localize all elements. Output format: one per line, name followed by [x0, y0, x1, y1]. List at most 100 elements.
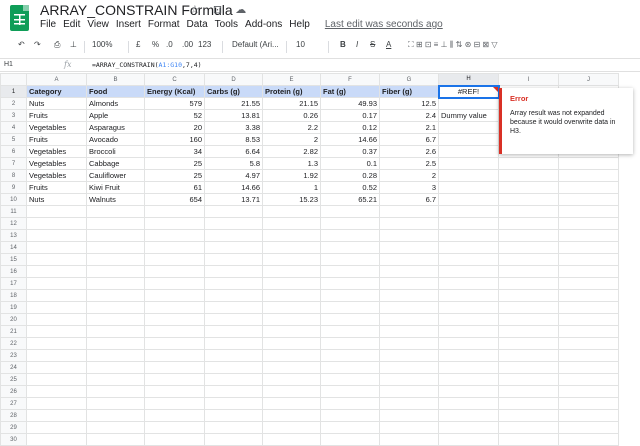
- cell-a14[interactable]: [26, 241, 87, 254]
- cell-h2[interactable]: [438, 97, 499, 110]
- cell-e4[interactable]: 2.2: [262, 121, 321, 134]
- cell-d28[interactable]: [204, 409, 263, 422]
- row-header[interactable]: 28: [0, 409, 27, 422]
- cell-a22[interactable]: [26, 337, 87, 350]
- row-header[interactable]: 2: [0, 97, 27, 110]
- row-header[interactable]: 12: [0, 217, 27, 230]
- cell-b29[interactable]: [86, 421, 145, 434]
- cell-h4[interactable]: [438, 121, 499, 134]
- cell-i16[interactable]: [498, 265, 559, 278]
- cell-e10[interactable]: 15.23: [262, 193, 321, 206]
- cell-j14[interactable]: [558, 241, 619, 254]
- cell-g20[interactable]: [379, 313, 439, 326]
- cell-j17[interactable]: [558, 277, 619, 290]
- cell-b5[interactable]: Avocado: [86, 133, 145, 146]
- cell-c8[interactable]: 25: [144, 169, 205, 182]
- cell-d2[interactable]: 21.55: [204, 97, 263, 110]
- cell-i29[interactable]: [498, 421, 559, 434]
- cell-h15[interactable]: [438, 253, 499, 266]
- row-header[interactable]: 23: [0, 349, 27, 362]
- cell-i11[interactable]: [498, 205, 559, 218]
- row-header[interactable]: 14: [0, 241, 27, 254]
- cell-d4[interactable]: 3.38: [204, 121, 263, 134]
- sheets-logo-icon[interactable]: [10, 5, 29, 31]
- cell-f5[interactable]: 14.66: [320, 133, 380, 146]
- cell-d14[interactable]: [204, 241, 263, 254]
- cell-i26[interactable]: [498, 385, 559, 398]
- cell-h24[interactable]: [438, 361, 499, 374]
- cell-i21[interactable]: [498, 325, 559, 338]
- strikethrough-button[interactable]: S: [370, 40, 375, 49]
- cell-f7[interactable]: 0.1: [320, 157, 380, 170]
- cell-c11[interactable]: [144, 205, 205, 218]
- row-header[interactable]: 6: [0, 145, 27, 158]
- row-header[interactable]: 11: [0, 205, 27, 218]
- cell-f21[interactable]: [320, 325, 380, 338]
- italic-button[interactable]: I: [356, 40, 358, 49]
- cell-a25[interactable]: [26, 373, 87, 386]
- cell-b20[interactable]: [86, 313, 145, 326]
- cell-e16[interactable]: [262, 265, 321, 278]
- row-header[interactable]: 20: [0, 313, 27, 326]
- cell-j11[interactable]: [558, 205, 619, 218]
- menu-item-insert[interactable]: Insert: [116, 19, 141, 30]
- column-header-h[interactable]: H: [438, 73, 499, 86]
- cell-h20[interactable]: [438, 313, 499, 326]
- cell-b15[interactable]: [86, 253, 145, 266]
- column-header-j[interactable]: J: [558, 73, 619, 86]
- cell-e21[interactable]: [262, 325, 321, 338]
- cell-f18[interactable]: [320, 289, 380, 302]
- print-icon[interactable]: ⎙: [54, 40, 60, 50]
- cell-a1[interactable]: Category: [26, 85, 87, 98]
- cell-i9[interactable]: [498, 181, 559, 194]
- cell-j13[interactable]: [558, 229, 619, 242]
- cell-d13[interactable]: [204, 229, 263, 242]
- row-header[interactable]: 27: [0, 397, 27, 410]
- cell-f9[interactable]: 0.52: [320, 181, 380, 194]
- cell-b7[interactable]: Cabbage: [86, 157, 145, 170]
- cell-f16[interactable]: [320, 265, 380, 278]
- cell-f22[interactable]: [320, 337, 380, 350]
- cell-a17[interactable]: [26, 277, 87, 290]
- cell-f27[interactable]: [320, 397, 380, 410]
- cell-d29[interactable]: [204, 421, 263, 434]
- cell-a27[interactable]: [26, 397, 87, 410]
- cell-h14[interactable]: [438, 241, 499, 254]
- name-box[interactable]: H1: [4, 61, 13, 68]
- cell-e3[interactable]: 0.26: [262, 109, 321, 122]
- column-header-d[interactable]: D: [204, 73, 263, 86]
- cell-b18[interactable]: [86, 289, 145, 302]
- cell-g11[interactable]: [379, 205, 439, 218]
- cell-b27[interactable]: [86, 397, 145, 410]
- cell-h18[interactable]: [438, 289, 499, 302]
- cell-i28[interactable]: [498, 409, 559, 422]
- cell-a21[interactable]: [26, 325, 87, 338]
- cell-a19[interactable]: [26, 301, 87, 314]
- cell-h23[interactable]: [438, 349, 499, 362]
- cell-g26[interactable]: [379, 385, 439, 398]
- menu-item-help[interactable]: Help: [289, 19, 310, 30]
- cell-f8[interactable]: 0.28: [320, 169, 380, 182]
- cell-e26[interactable]: [262, 385, 321, 398]
- column-header-g[interactable]: G: [379, 73, 439, 86]
- row-header[interactable]: 10: [0, 193, 27, 206]
- cell-h22[interactable]: [438, 337, 499, 350]
- cell-e1[interactable]: Protein (g): [262, 85, 321, 98]
- cell-c15[interactable]: [144, 253, 205, 266]
- increase-decimal-button[interactable]: .00: [182, 40, 193, 49]
- cell-i10[interactable]: [498, 193, 559, 206]
- cell-a13[interactable]: [26, 229, 87, 242]
- cell-e2[interactable]: 21.15: [262, 97, 321, 110]
- menu-item-format[interactable]: Format: [148, 19, 180, 30]
- more-formats-button[interactable]: 123: [198, 40, 211, 49]
- cell-f20[interactable]: [320, 313, 380, 326]
- cell-b25[interactable]: [86, 373, 145, 386]
- cell-j19[interactable]: [558, 301, 619, 314]
- cell-h28[interactable]: [438, 409, 499, 422]
- cell-f14[interactable]: [320, 241, 380, 254]
- cell-g25[interactable]: [379, 373, 439, 386]
- cell-d11[interactable]: [204, 205, 263, 218]
- cell-i17[interactable]: [498, 277, 559, 290]
- cell-c13[interactable]: [144, 229, 205, 242]
- cell-b13[interactable]: [86, 229, 145, 242]
